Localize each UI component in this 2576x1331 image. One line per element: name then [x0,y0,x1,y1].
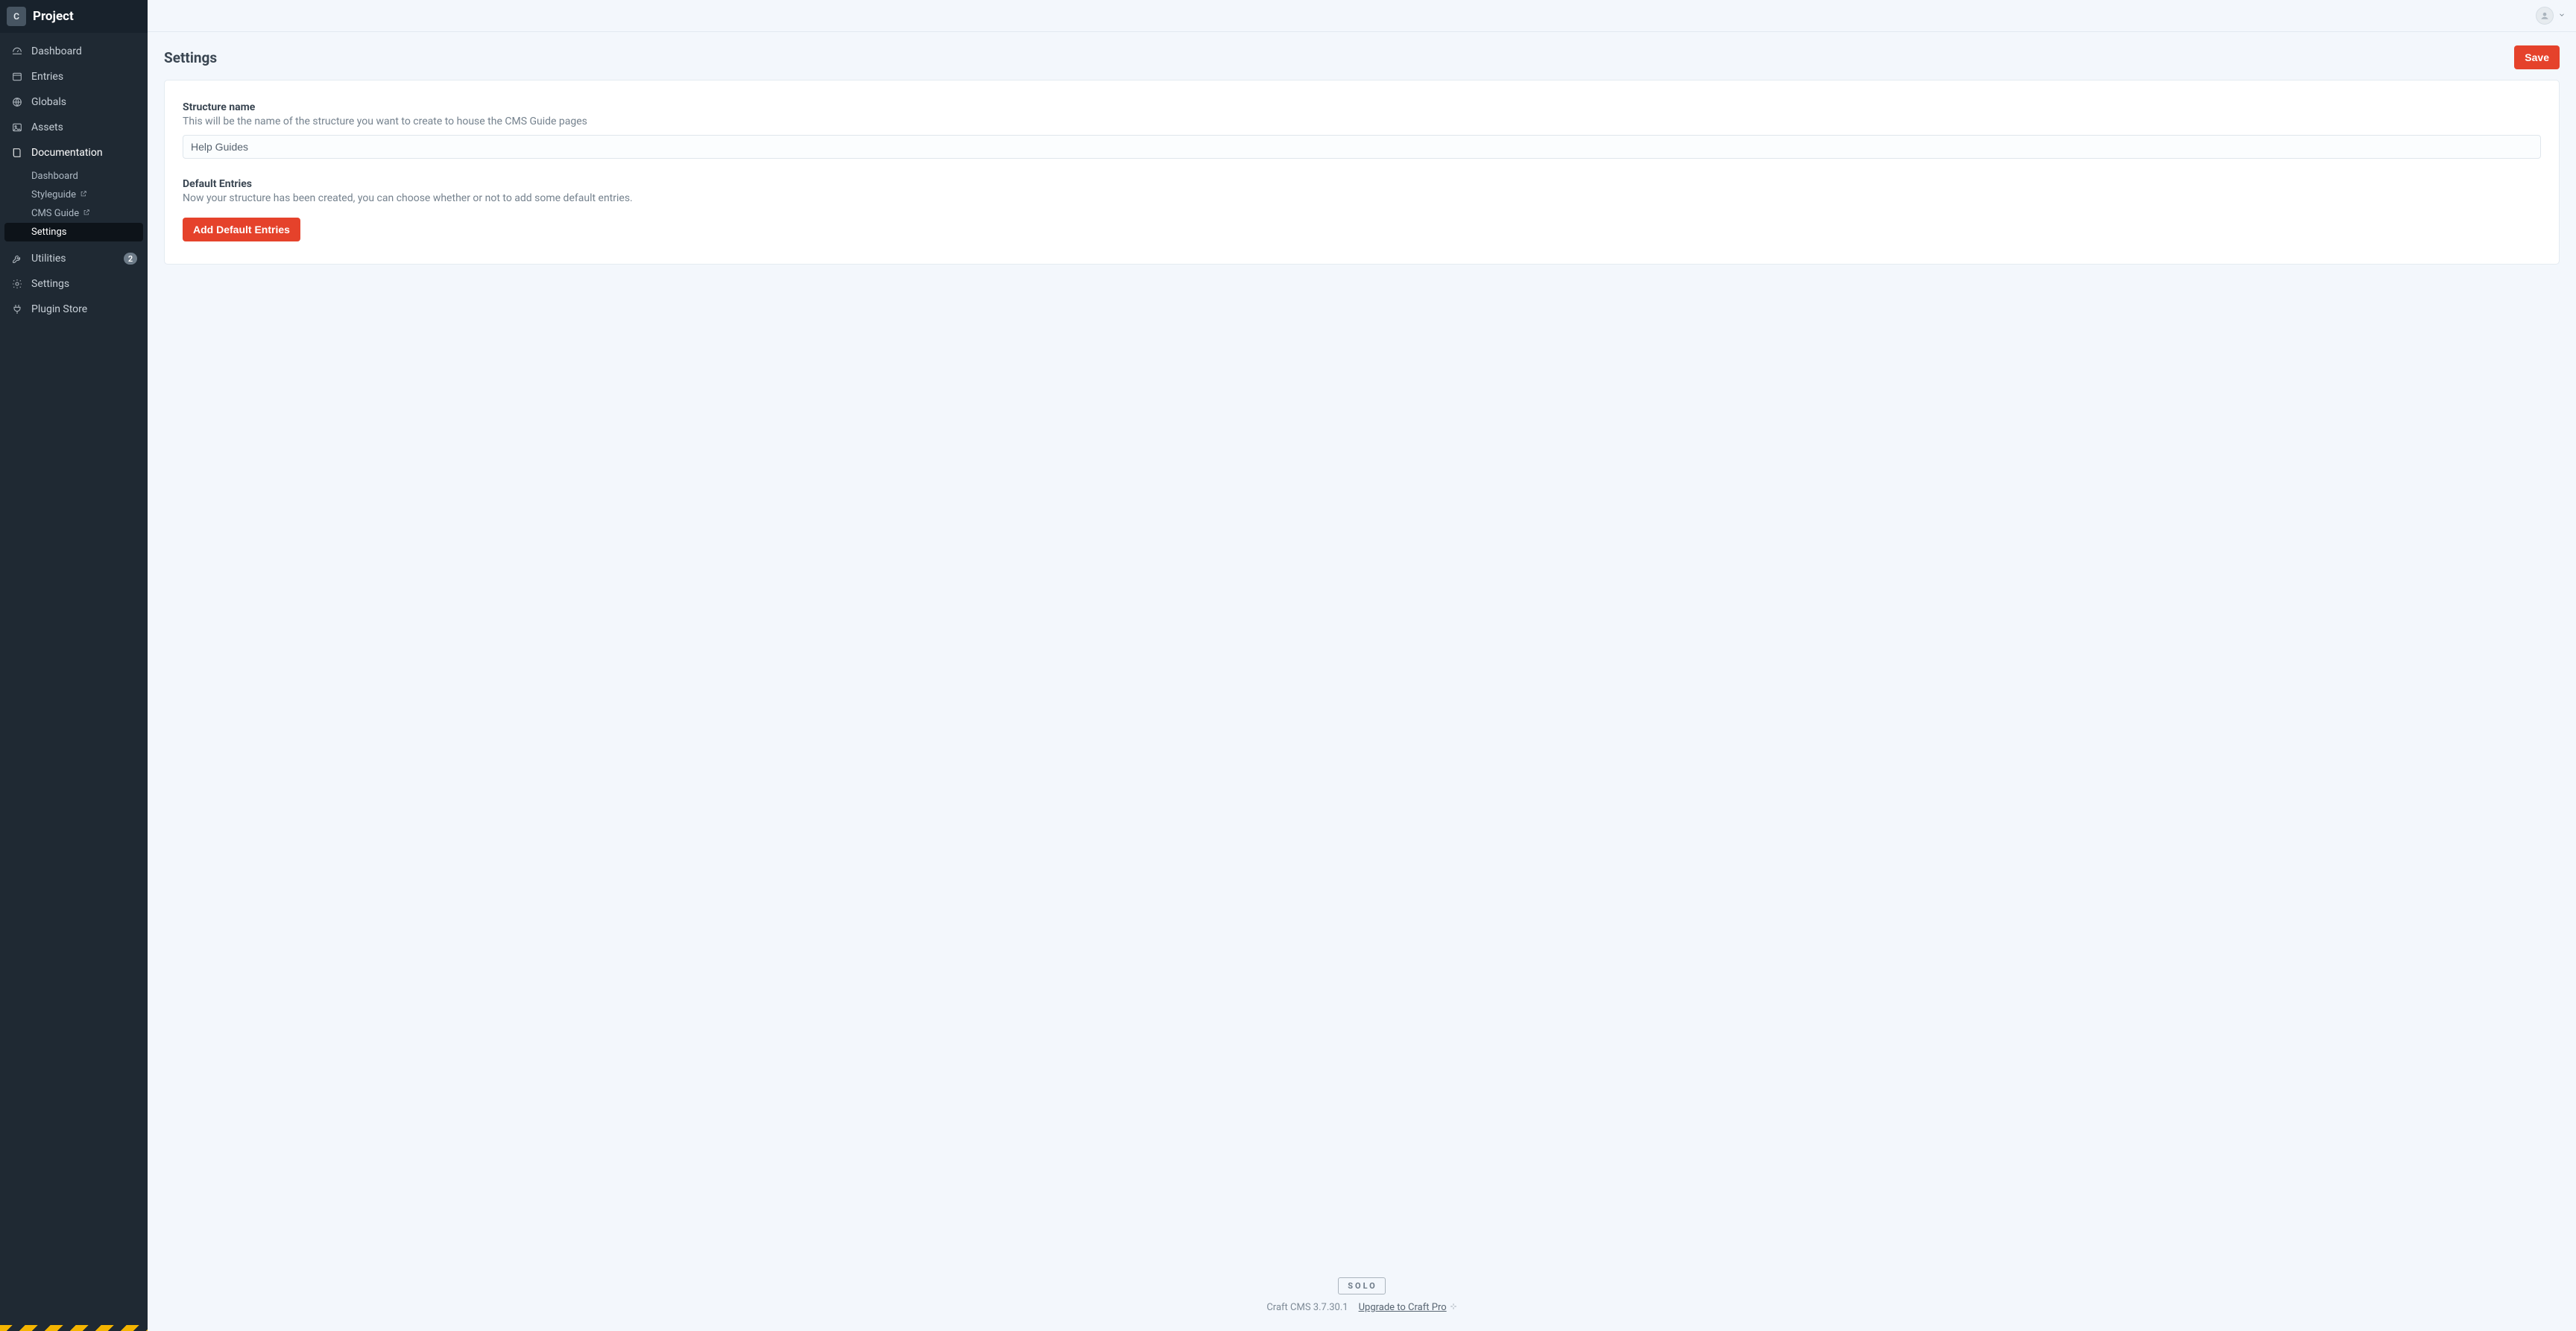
edition-badge: SOLO [1338,1277,1386,1294]
user-menu[interactable] [2536,7,2566,25]
wrench-icon [10,252,24,265]
sidebar: C Project Dashboard Entries Globals Asse… [0,0,148,1331]
page-title: Settings [164,49,217,66]
sidebar-item-label: Globals [31,96,66,108]
entries-icon [10,70,24,83]
chevron-down-icon [2558,10,2566,22]
structure-name-input[interactable] [183,135,2541,159]
book-icon [10,146,24,159]
plug-icon [10,303,24,316]
main: Settings Save Structure name This will b… [148,0,2576,1331]
subnav-item-label: CMS Guide [31,208,79,219]
field-help: This will be the name of the structure y… [183,116,2541,127]
field-label: Default Entries [183,178,2541,190]
dev-mode-stripe [0,1325,148,1331]
sidebar-item-utilities[interactable]: Utilities 2 [0,246,148,271]
badge-count: 2 [124,253,137,265]
field-label: Structure name [183,101,2541,113]
add-default-entries-button[interactable]: Add Default Entries [183,218,300,241]
subnav-item-label: Styleguide [31,189,76,200]
page-header: Settings Save [148,32,2576,80]
globals-icon [10,95,24,109]
sidebar-nav: Dashboard Entries Globals Assets Documen… [0,33,148,1331]
site-badge: C [7,7,26,26]
site-name: Project [33,9,74,24]
sidebar-header[interactable]: C Project [0,0,148,33]
sidebar-item-label: Entries [31,71,63,83]
sidebar-item-label: Settings [31,278,69,290]
subnav-item-doc-styleguide[interactable]: Styleguide [0,186,148,204]
sidebar-item-label: Utilities [31,253,66,265]
product-version: Craft CMS 3.7.30.1 [1266,1302,1348,1313]
sidebar-item-label: Documentation [31,147,103,159]
upgrade-link-label: Upgrade to Craft Pro [1359,1302,1447,1313]
external-link-icon [79,208,90,219]
subnav-item-doc-dashboard[interactable]: Dashboard [0,167,148,186]
sidebar-item-label: Assets [31,121,63,133]
external-link-icon [76,189,87,200]
sidebar-item-documentation[interactable]: Documentation [0,140,148,165]
subnav-documentation: Dashboard Styleguide CMS Guide Settings [0,165,148,246]
assets-icon [10,121,24,134]
subnav-item-doc-settings[interactable]: Settings [4,223,143,241]
sidebar-item-label: Dashboard [31,45,82,57]
field-default-entries: Default Entries Now your structure has b… [183,178,2541,204]
subnav-item-doc-cmsguide[interactable]: CMS Guide [0,204,148,223]
footer: SOLO Craft CMS 3.7.30.1 Upgrade to Craft… [148,1256,2576,1331]
content: Structure name This will be the name of … [148,80,2576,265]
settings-card: Structure name This will be the name of … [164,80,2560,265]
sparkle-icon [1450,1302,1457,1313]
subnav-item-label: Dashboard [31,171,78,182]
save-button[interactable]: Save [2514,45,2560,69]
gear-icon [10,277,24,291]
subnav-item-label: Settings [31,227,66,238]
sidebar-item-plugin-store[interactable]: Plugin Store [0,297,148,322]
sidebar-item-settings[interactable]: Settings [0,271,148,297]
dashboard-icon [10,45,24,58]
field-structure-name: Structure name This will be the name of … [183,101,2541,159]
sidebar-item-label: Plugin Store [31,303,87,315]
topbar [148,0,2576,32]
sidebar-item-entries[interactable]: Entries [0,64,148,89]
field-help: Now your structure has been created, you… [183,192,2541,204]
sidebar-item-assets[interactable]: Assets [0,115,148,140]
sidebar-item-dashboard[interactable]: Dashboard [0,39,148,64]
upgrade-link[interactable]: Upgrade to Craft Pro [1359,1302,1457,1313]
sidebar-item-globals[interactable]: Globals [0,89,148,115]
avatar [2536,7,2554,25]
